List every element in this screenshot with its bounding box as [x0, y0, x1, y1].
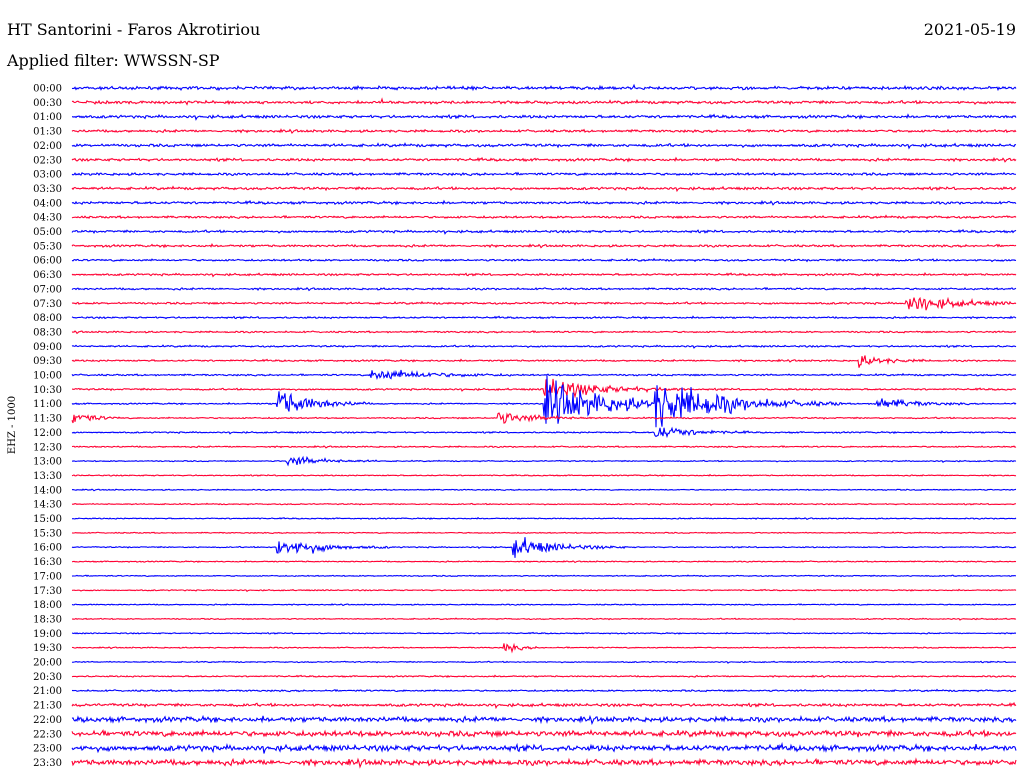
row-time-label: 02:30 [33, 155, 62, 166]
row-time-label: 19:30 [33, 643, 62, 654]
row-time-label: 12:30 [33, 442, 62, 453]
row-time-label: 08:30 [33, 327, 62, 338]
seismic-trace-row [71, 714, 1017, 726]
row-time-label: 16:30 [33, 557, 62, 568]
seismic-trace-row [71, 286, 1017, 292]
seismic-trace-row [71, 631, 1017, 635]
seismic-trace-row [71, 660, 1017, 664]
row-time-label: 20:00 [33, 658, 62, 669]
seismic-trace-row [71, 113, 1017, 121]
row-time-label: 03:30 [33, 184, 62, 195]
row-time-label: 14:30 [33, 500, 62, 511]
seismic-trace-row [71, 559, 1017, 564]
seismic-trace-row [71, 344, 1017, 349]
y-axis-label: EHZ - 1000 [7, 396, 18, 454]
seismic-trace-row [71, 315, 1017, 320]
seismic-trace-row [71, 171, 1017, 177]
seismic-trace-row [71, 83, 1017, 92]
row-time-label: 08:00 [33, 313, 62, 324]
seismic-trace-row [71, 214, 1017, 220]
row-time-label: 00:00 [33, 84, 62, 95]
seismic-trace-row [71, 617, 1017, 621]
row-time-label: 21:30 [33, 701, 62, 712]
row-time-label: 11:30 [33, 414, 62, 425]
row-time-label: 09:30 [33, 356, 62, 367]
seismic-trace-row [71, 369, 1017, 380]
row-time-label: 13:30 [33, 471, 62, 482]
row-time-label: 04:00 [33, 198, 62, 209]
row-time-label: 22:30 [33, 729, 62, 740]
row-time-label: 07:00 [33, 284, 62, 295]
seismic-trace-row [71, 375, 1017, 428]
helicorder-plot: EHZ - 1000 00:00 00:30 01:00 01:30 02:00 02:3… [7, 83, 1017, 769]
seismic-trace-row [71, 603, 1017, 607]
seismic-trace-row [71, 355, 1017, 368]
seismic-trace-row [71, 537, 1017, 558]
seismic-trace-row [71, 688, 1017, 693]
row-time-label: 06:30 [33, 270, 62, 281]
seismic-trace-row [71, 574, 1017, 578]
row-time-label: 03:00 [33, 170, 62, 181]
seismic-trace-row [71, 701, 1017, 710]
seismic-trace-row [71, 243, 1017, 249]
seismic-trace-row [71, 473, 1017, 477]
seismic-trace-row [71, 296, 1017, 311]
seismic-trace-row [71, 378, 1017, 399]
row-time-label: 15:00 [33, 514, 62, 525]
seismic-trace-row [71, 257, 1017, 263]
seismic-trace-row [71, 728, 1017, 739]
seismic-trace-row [71, 426, 1017, 439]
row-time-label: 23:30 [33, 758, 62, 769]
row-time-label: 16:00 [33, 543, 62, 554]
row-time-label: 14:00 [33, 485, 62, 496]
seismic-trace-row [71, 97, 1017, 106]
row-time-label: 22:00 [33, 715, 62, 726]
row-time-label: 01:00 [33, 112, 62, 123]
row-time-label: 18:00 [33, 600, 62, 611]
row-time-label: 13:00 [33, 457, 62, 468]
seismic-trace-row [71, 142, 1017, 150]
seismic-trace-row [71, 228, 1017, 235]
seismic-trace-row [71, 531, 1017, 535]
seismic-trace-row [71, 455, 1017, 467]
seismic-trace-row [71, 757, 1017, 769]
row-time-label: 05:30 [33, 241, 62, 252]
row-time-label: 07:30 [33, 299, 62, 310]
row-time-label: 21:00 [33, 686, 62, 697]
seismic-trace-row [71, 185, 1017, 193]
seismic-trace-row [71, 674, 1017, 679]
seismic-trace-row [71, 156, 1017, 163]
seismic-trace-row [71, 588, 1017, 593]
seismic-trace-row [71, 516, 1017, 521]
row-time-label: 02:00 [33, 141, 62, 152]
row-time-label: 19:00 [33, 629, 62, 640]
row-time-label: 10:30 [33, 385, 62, 396]
row-time-label: 00:30 [33, 98, 62, 109]
row-time-label: 23:00 [33, 744, 62, 755]
row-time-label: 12:00 [33, 428, 62, 439]
row-time-label: 06:00 [33, 256, 62, 267]
seismic-trace-row [71, 128, 1017, 135]
row-time-label: 17:00 [33, 571, 62, 582]
row-time-label: 20:30 [33, 672, 62, 683]
row-time-label: 17:30 [33, 586, 62, 597]
seismic-trace-row [71, 445, 1017, 449]
seismic-trace-row [71, 741, 1017, 754]
seismic-trace-row [71, 272, 1017, 278]
row-time-label: 11:00 [33, 399, 62, 410]
seismic-trace-row [71, 199, 1017, 206]
row-time-label: 18:30 [33, 614, 62, 625]
seismic-trace-row [71, 642, 1017, 654]
seismic-trace-row [71, 488, 1017, 492]
row-time-label: 01:30 [33, 127, 62, 138]
row-time-label: 05:00 [33, 227, 62, 238]
row-time-label: 04:30 [33, 213, 62, 224]
seismic-trace-row [71, 502, 1017, 506]
row-time-label: 10:00 [33, 371, 62, 382]
row-time-label: 09:00 [33, 342, 62, 353]
seismic-trace-row [71, 330, 1017, 335]
row-time-label: 15:30 [33, 528, 62, 539]
